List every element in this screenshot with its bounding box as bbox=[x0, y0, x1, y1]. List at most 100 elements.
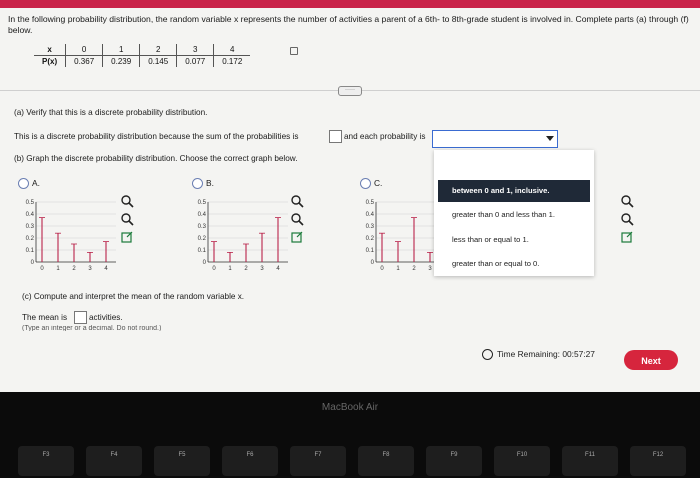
p-value-0: 0.367 bbox=[65, 55, 103, 67]
top-color-bar bbox=[0, 0, 700, 8]
dropdown-arrow-icon bbox=[546, 136, 554, 141]
probability-table: x 0 1 2 3 4 P(x) 0.367 0.239 0.145 0.077… bbox=[34, 44, 251, 67]
key-f5[interactable]: F5 bbox=[154, 446, 210, 476]
y-tick-label: 0.3 bbox=[366, 224, 375, 230]
expand-more-button[interactable]: ····· bbox=[338, 86, 362, 96]
option-b[interactable]: B. bbox=[192, 178, 214, 190]
key-f10-label: F10 bbox=[516, 452, 528, 458]
dropdown-option-3[interactable]: greater than or equal to 0. bbox=[438, 253, 590, 275]
part-a-title: (a) Verify that this is a discrete proba… bbox=[14, 108, 208, 117]
p-value-2: 0.145 bbox=[139, 55, 177, 67]
zoom-in-icon[interactable] bbox=[620, 194, 634, 208]
graph-a-tools bbox=[120, 194, 134, 248]
x-tick-label: 2 bbox=[244, 266, 248, 272]
x-tick-label: 4 bbox=[104, 266, 108, 272]
option-b-label: B. bbox=[206, 178, 214, 188]
mean-prefix: The mean is bbox=[22, 313, 68, 322]
x-tick-label: 1 bbox=[56, 266, 60, 272]
x-tick-label: 1 bbox=[228, 266, 232, 272]
question-intro: In the following probability distributio… bbox=[8, 14, 689, 35]
key-f3-label: F3 bbox=[42, 452, 50, 458]
x-value-2: 2 bbox=[139, 44, 177, 56]
y-tick-label: 0.5 bbox=[26, 200, 35, 206]
key-f11[interactable]: F11 bbox=[562, 446, 618, 476]
y-tick-label: 0 bbox=[203, 260, 207, 266]
open-graph-icon[interactable] bbox=[620, 230, 634, 244]
key-f9[interactable]: F9 bbox=[426, 446, 482, 476]
sum-answer-box[interactable] bbox=[329, 130, 342, 143]
dropdown-option-2[interactable]: less than or equal to 1. bbox=[438, 229, 590, 251]
y-tick-label: 0.2 bbox=[366, 236, 375, 242]
x-tick-label: 3 bbox=[428, 266, 432, 272]
y-tick-label: 0 bbox=[371, 260, 375, 266]
x-value-3: 3 bbox=[176, 44, 214, 56]
key-f7-label: F7 bbox=[314, 452, 322, 458]
dropdown-option-1[interactable]: greater than 0 and less than 1. bbox=[438, 204, 590, 226]
key-f7[interactable]: F7 bbox=[290, 446, 346, 476]
graph-option-b: 0.5 0.4 0.3 0.2 0.1 00 1 2 3 4 bbox=[198, 200, 288, 272]
x-value-0: 0 bbox=[65, 44, 103, 56]
y-tick-label: 0.2 bbox=[26, 236, 35, 242]
y-tick-label: 0.4 bbox=[26, 212, 35, 218]
copy-table-icon[interactable] bbox=[290, 47, 298, 55]
time-remaining: Time Remaining: 00:57:27 bbox=[482, 349, 595, 361]
option-a-label: A. bbox=[32, 178, 40, 188]
x-tick-label: 1 bbox=[396, 266, 400, 272]
y-tick-label: 0 bbox=[31, 260, 35, 266]
part-b-title: (b) Graph the discrete probability distr… bbox=[14, 154, 298, 163]
key-f5-label: F5 bbox=[178, 452, 186, 458]
x-tick-label: 0 bbox=[380, 266, 384, 272]
y-tick-label: 0.1 bbox=[198, 248, 207, 254]
part-a-sentence-mid: and each probability is bbox=[344, 132, 426, 141]
p-header: P(x) bbox=[42, 57, 58, 66]
x-tick-label: 3 bbox=[260, 266, 264, 272]
x-header: x bbox=[34, 44, 66, 56]
mean-answer-box[interactable] bbox=[74, 311, 87, 324]
zoom-out-icon[interactable] bbox=[120, 212, 134, 226]
dropdown-option-0[interactable]: between 0 and 1, inclusive. bbox=[438, 180, 590, 202]
key-f11-label: F11 bbox=[585, 452, 595, 458]
key-f4[interactable]: F4 bbox=[86, 446, 142, 476]
next-button[interactable]: Next bbox=[624, 350, 678, 370]
y-tick-label: 0.2 bbox=[198, 236, 207, 242]
option-a[interactable]: A. bbox=[18, 178, 40, 190]
key-f8[interactable]: F8 bbox=[358, 446, 414, 476]
graph-c-tools bbox=[620, 194, 634, 248]
zoom-out-icon[interactable] bbox=[290, 212, 304, 226]
key-f8-label: F8 bbox=[382, 452, 390, 458]
key-f4-label: F4 bbox=[110, 452, 118, 458]
y-tick-label: 0.1 bbox=[366, 248, 375, 254]
x-tick-label: 0 bbox=[212, 266, 216, 272]
mean-suffix: activities. bbox=[89, 313, 123, 322]
clock-icon bbox=[482, 349, 493, 361]
x-value-4: 4 bbox=[213, 44, 251, 56]
radio-a-icon[interactable] bbox=[18, 178, 29, 190]
mean-hint: (Type an integer or a decimal. Do not ro… bbox=[22, 325, 162, 331]
key-f6-label: F6 bbox=[246, 452, 254, 458]
y-tick-label: 0.3 bbox=[26, 224, 35, 230]
y-tick-label: 0.5 bbox=[198, 200, 207, 206]
timer-value: 00:57:27 bbox=[562, 349, 595, 359]
zoom-out-icon[interactable] bbox=[620, 212, 634, 226]
y-tick-label: 0.1 bbox=[26, 248, 35, 254]
open-graph-icon[interactable] bbox=[290, 230, 304, 244]
p-value-3: 0.077 bbox=[176, 55, 214, 67]
x-tick-label: 4 bbox=[276, 266, 280, 272]
zoom-in-icon[interactable] bbox=[120, 194, 134, 208]
p-value-1: 0.239 bbox=[102, 55, 140, 67]
part-c-title: (c) Compute and interpret the mean of th… bbox=[22, 292, 245, 301]
radio-c-icon[interactable] bbox=[360, 178, 371, 190]
open-graph-icon[interactable] bbox=[120, 230, 134, 244]
key-f3[interactable]: F3 bbox=[18, 446, 74, 476]
x-tick-label: 0 bbox=[40, 266, 44, 272]
zoom-in-icon[interactable] bbox=[290, 194, 304, 208]
radio-b-icon[interactable] bbox=[192, 178, 203, 190]
option-c[interactable]: C. bbox=[360, 178, 382, 190]
key-f10[interactable]: F10 bbox=[494, 446, 550, 476]
key-f12[interactable]: F12 bbox=[630, 446, 686, 476]
graph-option-a: 0.5 0.4 0.3 0.2 0.1 00 1 2 3 4 bbox=[26, 200, 116, 272]
x-value-1: 1 bbox=[102, 44, 140, 56]
laptop-brand: MacBook Air bbox=[321, 402, 379, 413]
probability-range-dropdown[interactable] bbox=[432, 130, 558, 148]
key-f6[interactable]: F6 bbox=[222, 446, 278, 476]
